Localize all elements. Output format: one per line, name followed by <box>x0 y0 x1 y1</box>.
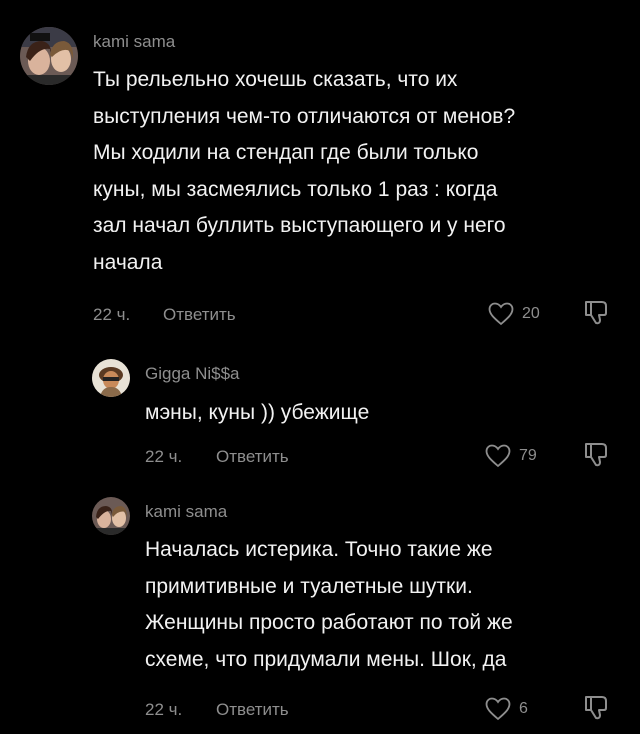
comment-username[interactable]: Gigga Ni$$a <box>145 364 240 384</box>
dislike-button[interactable] <box>582 693 610 721</box>
reply-comment: kami sama Началась истерика. Точно такие… <box>0 480 640 734</box>
reply-comment: Gigga Ni$$a мэны, куны )) убежище 22 ч. … <box>0 345 640 480</box>
thumbs-down-outline-icon <box>585 443 607 467</box>
like-button[interactable]: 20 <box>488 302 540 326</box>
like-button[interactable]: 6 <box>485 697 528 721</box>
dislike-button[interactable] <box>582 440 610 468</box>
heart-outline-icon <box>488 302 514 326</box>
avatar-photo-icon <box>92 497 130 535</box>
avatar-photo-icon <box>92 359 130 397</box>
avatar[interactable] <box>92 359 130 397</box>
comment-timestamp: 22 ч. <box>93 305 131 324</box>
comment-text: Ты рельельно хочешь сказать, что их выст… <box>93 68 516 274</box>
comment-timestamp: 22 ч. <box>145 700 183 719</box>
like-count: 20 <box>522 305 540 322</box>
comment-timestamp: 22 ч. <box>145 447 183 466</box>
reply-button[interactable]: Ответить <box>216 447 289 467</box>
like-count: 6 <box>519 700 528 717</box>
like-count: 79 <box>519 447 537 464</box>
comment-text: Началась истерика. Точно такие же примит… <box>145 538 513 671</box>
reply-button[interactable]: Ответить <box>216 700 289 720</box>
heart-outline-icon <box>485 444 511 468</box>
avatar-photo-icon <box>20 27 78 85</box>
comment-username[interactable]: kami sama <box>145 502 227 522</box>
heart-outline-icon <box>485 697 511 721</box>
comment-text: мэны, куны )) убежище <box>145 401 370 424</box>
comment: kami sama Ты рельельно хочешь сказать, ч… <box>0 0 640 345</box>
thumbs-down-outline-icon <box>585 696 607 720</box>
avatar[interactable] <box>20 27 78 85</box>
avatar[interactable] <box>92 497 130 535</box>
reply-button[interactable]: Ответить <box>163 305 236 325</box>
comment-username[interactable]: kami sama <box>93 32 175 52</box>
like-button[interactable]: 79 <box>485 444 537 468</box>
thumbs-down-outline-icon <box>585 301 607 325</box>
dislike-button[interactable] <box>582 298 610 326</box>
